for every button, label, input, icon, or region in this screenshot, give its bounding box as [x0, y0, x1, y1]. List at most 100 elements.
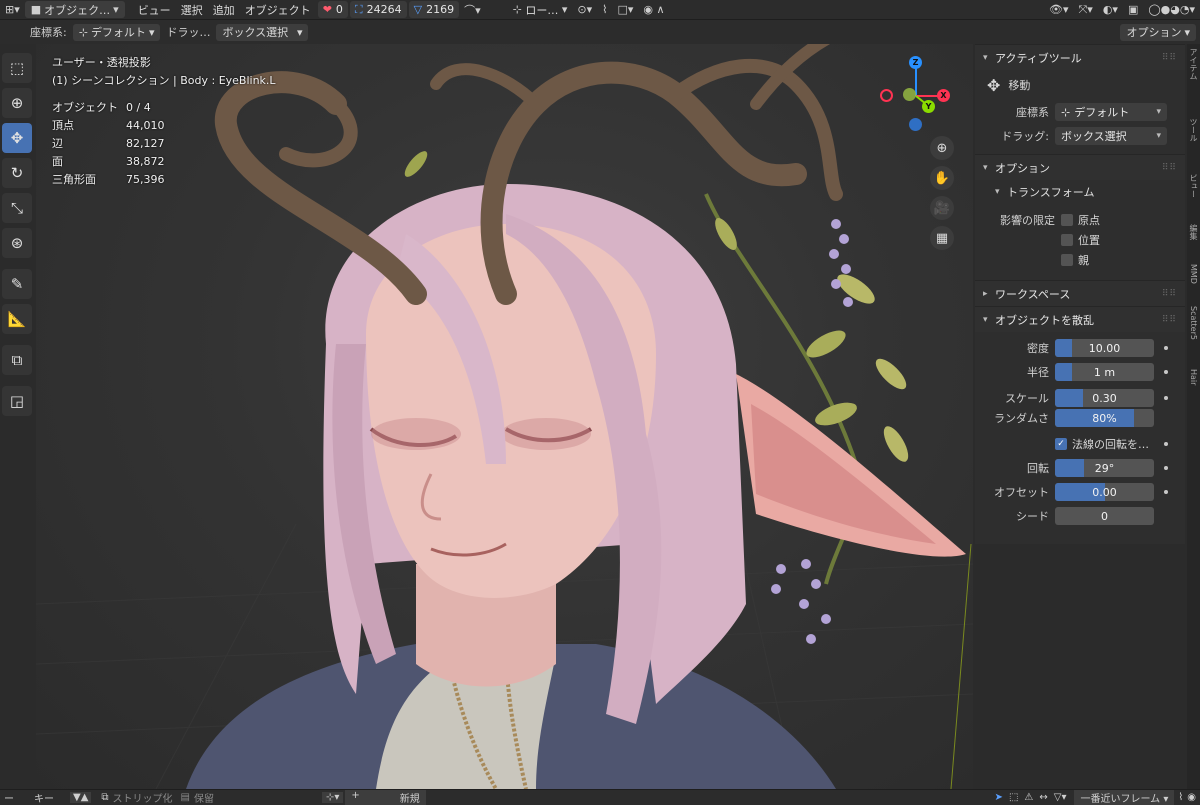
drag-dropdown[interactable]: ボックス選択 ▾	[216, 23, 309, 41]
stat-a-box[interactable]: ❤ 0	[317, 1, 348, 18]
tab-item[interactable]: アイテム	[1187, 48, 1200, 80]
menu-add[interactable]: 追加	[208, 0, 240, 20]
options-button[interactable]: オプション ▾	[1120, 23, 1196, 41]
camera-view-button[interactable]: 🎥	[930, 196, 954, 220]
gizmo-toggle[interactable]: ⤧▾	[1073, 0, 1097, 20]
seed-slider[interactable]: 0	[1055, 507, 1154, 525]
visibility-button[interactable]: 👁▾	[1044, 0, 1074, 20]
gizmo-neg-y[interactable]	[903, 88, 916, 101]
custom-tool[interactable]: ◲	[2, 386, 32, 416]
warning-icon[interactable]: ⚠	[1024, 792, 1033, 803]
gizmo-x-axis[interactable]: X	[937, 89, 950, 102]
scatter-header[interactable]: ▾ オブジェクトを散乱 ⠿⠿	[975, 306, 1185, 332]
navigation-gizmo[interactable]: Z X Y	[878, 56, 958, 136]
keyframe-dot[interactable]	[1164, 346, 1168, 350]
select-mode-icon[interactable]: ➤	[995, 792, 1003, 803]
scale-slider[interactable]: 0.30	[1055, 389, 1154, 407]
normal-rotation-checkbox[interactable]: ✓	[1055, 438, 1067, 450]
density-slider[interactable]: 10.00	[1055, 339, 1154, 357]
active-tool-row[interactable]: ✥ 移動	[975, 70, 1185, 100]
keyframe-dot[interactable]	[1164, 490, 1168, 494]
3d-viewport[interactable]: ユーザー・透視投影 (1) シーンコレクション | Body : EyeBlin…	[36, 44, 973, 789]
pan-button[interactable]: ✋	[930, 166, 954, 190]
snap-dropdown[interactable]: 一番近いフレーム ▾	[1074, 790, 1175, 805]
workspace-header[interactable]: ▸ ワークスペース ⠿⠿	[975, 280, 1185, 306]
tab-edit[interactable]: 編集	[1187, 224, 1200, 240]
tab-tool[interactable]: ツール	[1187, 118, 1200, 142]
timeline-menu[interactable]: ー	[4, 790, 14, 805]
xray-toggle[interactable]: ▣	[1123, 0, 1143, 20]
gizmo-y-axis[interactable]: Y	[922, 100, 935, 113]
push-down-icon[interactable]: ▼▲	[70, 792, 92, 803]
gizmo-neg-z[interactable]	[909, 118, 922, 131]
select-box-tool[interactable]: ⬚	[2, 53, 32, 83]
offset-slider[interactable]: 0.00	[1055, 483, 1154, 501]
ortho-toggle-button[interactable]: ▦	[930, 226, 954, 250]
move-icon: ✥	[10, 129, 24, 147]
mode-dropdown[interactable]: ■ オブジェク… ▾	[24, 1, 125, 18]
editor-type-button[interactable]: ⊞▾	[0, 0, 25, 20]
snap-button[interactable]: ⌇	[597, 0, 612, 20]
tab-scatter[interactable]: Scatter5	[1187, 306, 1200, 340]
proportional-edit-button[interactable]: ◉ ∧	[638, 0, 669, 20]
drag-handle-icon[interactable]: ⠿⠿	[1162, 289, 1177, 299]
rotate-tool[interactable]: ↻	[2, 158, 32, 188]
origin-checkbox[interactable]	[1061, 214, 1073, 226]
filter-icon[interactable]: ▽▾	[1054, 792, 1067, 803]
measure-tool[interactable]: 📐	[2, 304, 32, 334]
proportional-icon[interactable]: ◉	[1187, 792, 1196, 803]
magnet-icon[interactable]: ⌇	[1178, 792, 1183, 803]
options-header[interactable]: ▾ オプション ⠿⠿	[975, 154, 1185, 180]
transform-subheader[interactable]: ▾ トランスフォーム	[975, 180, 1185, 204]
keyframe-dot[interactable]	[1164, 442, 1168, 446]
normalize-icon[interactable]: ↔	[1039, 792, 1047, 803]
annotate-tool[interactable]: ✎	[2, 269, 32, 299]
cursor-tool[interactable]: ⊕	[2, 88, 32, 118]
overlay-toggle[interactable]: ◐▾	[1098, 0, 1123, 20]
square-icon: □▾	[617, 3, 634, 16]
transform-orientation-dropdown[interactable]: ⊹ ロー… ▾	[508, 0, 573, 20]
drag-dropdown[interactable]: ボックス選択 ▾	[1055, 127, 1167, 145]
randomness-slider[interactable]: 80%	[1055, 409, 1154, 427]
chevron-down-icon: ▾	[1184, 25, 1190, 39]
drag-handle-icon[interactable]: ⠿⠿	[1162, 315, 1177, 325]
stash-button[interactable]: ストリップ化	[113, 790, 173, 805]
keyframe-dot[interactable]	[1164, 466, 1168, 470]
zoom-button[interactable]: ⊕	[930, 136, 954, 160]
drag-handle-icon[interactable]: ⠿⠿	[1162, 163, 1177, 173]
gizmo-neg-x[interactable]	[880, 89, 893, 102]
stat-c-box[interactable]: ▽ 2169	[408, 1, 460, 18]
hold-button[interactable]: 保留	[194, 790, 214, 805]
menu-object[interactable]: オブジェクト	[240, 0, 316, 20]
transform-tool[interactable]: ⊛	[2, 228, 32, 258]
active-tool-header[interactable]: ▾ アクティブツール ⠿⠿	[975, 44, 1185, 70]
move-tool[interactable]: ✥	[2, 123, 32, 153]
pivot-point-button[interactable]: ⊙▾	[572, 0, 597, 20]
tab-view[interactable]: ビュー	[1187, 174, 1200, 198]
drag-handle-icon[interactable]: ⠿⠿	[1162, 53, 1177, 63]
snap-element-button[interactable]: □▾	[612, 0, 638, 20]
menu-view[interactable]: ビュー	[133, 0, 176, 20]
action-browse-icon[interactable]: ⊹▾	[321, 792, 344, 803]
keyframe-dot[interactable]	[1164, 396, 1168, 400]
radius-slider[interactable]: 1 m	[1055, 363, 1154, 381]
parent-checkbox[interactable]	[1061, 254, 1073, 266]
tab-mmd[interactable]: MMD	[1187, 264, 1200, 284]
tab-hair[interactable]: Hair	[1187, 369, 1200, 385]
shading-buttons[interactable]: ◯ ● ◕ ◔▾	[1143, 0, 1200, 20]
coord-dropdown[interactable]: ⊹ デフォルト ▾	[1055, 103, 1167, 121]
menu-select[interactable]: 選択	[176, 0, 208, 20]
stat-b-box[interactable]: ⛶ 24264	[349, 1, 407, 18]
curve-button[interactable]: ⌒▾	[459, 0, 486, 20]
gizmo-z-axis[interactable]: Z	[909, 56, 922, 69]
collection-name: (1) シーンコレクション | Body : EyeBlink.L	[52, 74, 276, 87]
keyframe-dot[interactable]	[1164, 370, 1168, 374]
new-action-button[interactable]: + 新規	[345, 790, 426, 805]
add-cube-tool[interactable]: ⧉	[2, 345, 32, 375]
location-checkbox[interactable]	[1061, 234, 1073, 246]
keyframe-menu[interactable]: キー	[34, 790, 54, 805]
box-select-icon[interactable]: ⬚	[1009, 792, 1018, 803]
coord-dropdown[interactable]: ⊹ デフォルト ▾	[72, 23, 161, 41]
scale-tool[interactable]: ⤡	[2, 193, 32, 223]
rotation-slider[interactable]: 29°	[1055, 459, 1154, 477]
